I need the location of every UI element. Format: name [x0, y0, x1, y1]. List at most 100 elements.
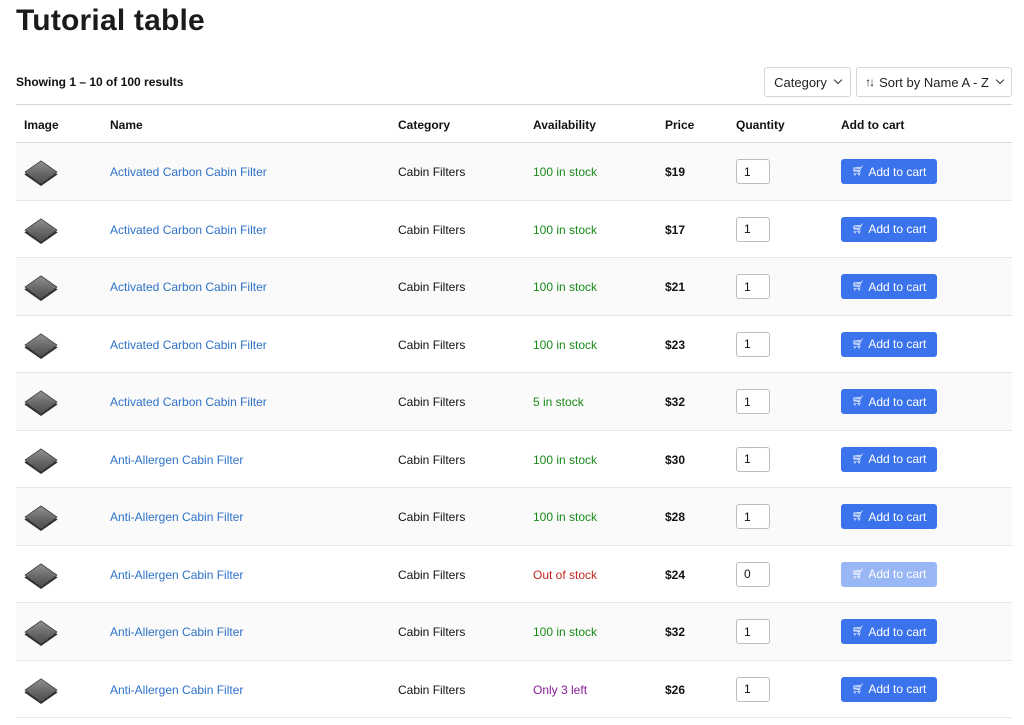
quantity-input[interactable]	[736, 159, 770, 184]
add-to-cart-button[interactable]: 🛒︎ Add to cart	[841, 331, 937, 357]
cart-icon: 🛒︎	[851, 281, 865, 292]
table-row: Anti-Allergen Cabin Filter Cabin Filters…	[16, 603, 1012, 661]
product-image[interactable]	[24, 270, 58, 304]
product-category: Cabin Filters	[398, 567, 466, 582]
add-to-cart-button[interactable]: 🛒︎ Add to cart	[841, 676, 937, 702]
cart-icon: 🛒︎	[851, 683, 865, 695]
product-category: Cabin Filters	[398, 165, 466, 179]
product-image[interactable]	[24, 155, 58, 189]
table-row: Activated Carbon Cabin Filter Cabin Filt…	[16, 258, 1012, 316]
product-name-link[interactable]: Activated Carbon Cabin Filter	[110, 165, 267, 179]
header-availability: Availability	[533, 118, 596, 132]
product-availability: Only 3 left	[533, 682, 588, 697]
header-image: Image	[24, 118, 59, 132]
product-availability: 100 in stock	[533, 452, 598, 467]
product-image[interactable]	[24, 673, 58, 707]
product-availability: 100 in stock	[533, 337, 598, 352]
product-price: $19	[665, 165, 686, 179]
product-image[interactable]	[24, 385, 58, 419]
product-name-link[interactable]: Activated Carbon Cabin Filter	[110, 280, 267, 294]
cabin-filter-image-icon	[24, 332, 58, 357]
product-availability: Out of stock	[533, 567, 598, 582]
quantity-input[interactable]	[736, 216, 770, 242]
product-image[interactable]	[24, 328, 58, 362]
cabin-filter-image-icon	[24, 447, 58, 472]
quantity-input[interactable]	[736, 619, 770, 644]
product-image[interactable]	[24, 500, 58, 534]
add-to-cart-label: Add to cart	[868, 452, 927, 466]
product-category: Cabin Filters	[398, 337, 466, 352]
table-row: Anti-Allergen Cabin Filter Cabin Filters…	[16, 545, 1012, 603]
product-name-link[interactable]: Anti-Allergen Cabin Filter	[110, 625, 243, 639]
product-image[interactable]	[24, 615, 58, 649]
quantity-input[interactable]	[736, 446, 770, 472]
product-image[interactable]	[24, 558, 58, 592]
product-image[interactable]	[24, 213, 58, 247]
add-to-cart-button[interactable]: 🛒︎ Add to cart	[841, 619, 937, 644]
cabin-filter-image-icon	[24, 620, 58, 644]
quantity-input[interactable]	[736, 561, 770, 587]
sort-button[interactable]: ↑↓ Sort by Name A - Z	[856, 67, 1012, 97]
quantity-input[interactable]	[736, 389, 770, 414]
header-add-to-cart: Add to cart	[841, 118, 905, 132]
table-row: Activated Carbon Cabin Filter Cabin Filt…	[16, 143, 1012, 201]
product-category: Cabin Filters	[398, 682, 466, 697]
product-price: $32	[665, 625, 686, 639]
cart-icon: 🛒︎	[851, 511, 865, 522]
product-availability: 100 in stock	[533, 510, 598, 524]
cart-icon: 🛒︎	[851, 626, 865, 637]
add-to-cart-button[interactable]: 🛒︎ Add to cart	[841, 159, 937, 184]
chevron-down-icon	[995, 75, 1005, 85]
quantity-input[interactable]	[736, 504, 770, 529]
product-image[interactable]	[24, 443, 58, 477]
product-category: Cabin Filters	[398, 452, 466, 467]
cart-icon: 🛒︎	[851, 166, 865, 177]
add-to-cart-label: Add to cart	[868, 337, 927, 351]
header-quantity: Quantity	[736, 118, 785, 132]
product-name-link[interactable]: Anti-Allergen Cabin Filter	[110, 453, 243, 467]
category-filter-label: Category	[774, 74, 827, 90]
add-to-cart-button[interactable]: 🛒︎ Add to cart	[841, 274, 937, 299]
product-price: $17	[665, 222, 686, 237]
add-to-cart-button[interactable]: 🛒︎ Add to cart	[841, 561, 937, 587]
add-to-cart-label: Add to cart	[868, 222, 927, 236]
table-row: Anti-Allergen Cabin Filter Cabin Filters…	[16, 430, 1012, 488]
table-header: Image Name Category Availability Price Q…	[16, 105, 1012, 143]
table-row: Activated Carbon Cabin Filter Cabin Filt…	[16, 373, 1012, 431]
cart-icon: 🛒︎	[851, 453, 865, 465]
cabin-filter-image-icon	[24, 505, 58, 529]
category-filter-button[interactable]: Category	[764, 67, 851, 97]
table-row: Anti-Allergen Cabin Filter Cabin Filters…	[16, 660, 1012, 718]
product-price: $30	[665, 452, 686, 467]
table-row: Activated Carbon Cabin Filter Cabin Filt…	[16, 200, 1012, 258]
quantity-input[interactable]	[736, 331, 770, 357]
cabin-filter-image-icon	[24, 562, 58, 587]
add-to-cart-label: Add to cart	[868, 394, 927, 409]
add-to-cart-label: Add to cart	[868, 509, 927, 524]
product-category: Cabin Filters	[398, 625, 466, 639]
cart-icon: 🛒︎	[851, 338, 865, 350]
header-category: Category	[398, 118, 451, 132]
header-name: Name	[110, 118, 143, 132]
results-count: Showing 1 – 10 of 100 results	[16, 75, 184, 89]
table-body: Activated Carbon Cabin Filter Cabin Filt…	[16, 143, 1012, 718]
product-price: $28	[665, 510, 686, 524]
add-to-cart-button[interactable]: 🛒︎ Add to cart	[841, 216, 937, 242]
product-name-link[interactable]: Anti-Allergen Cabin Filter	[110, 683, 243, 697]
product-name-link[interactable]: Anti-Allergen Cabin Filter	[110, 568, 243, 582]
quantity-input[interactable]	[736, 274, 770, 299]
product-name-link[interactable]: Activated Carbon Cabin Filter	[110, 223, 267, 237]
product-availability: 100 in stock	[533, 280, 598, 294]
add-to-cart-button[interactable]: 🛒︎ Add to cart	[841, 504, 937, 529]
product-availability: 100 in stock	[533, 625, 598, 639]
add-to-cart-button[interactable]: 🛒︎ Add to cart	[841, 389, 937, 414]
product-price: $24	[665, 567, 686, 582]
add-to-cart-button[interactable]: 🛒︎ Add to cart	[841, 446, 937, 472]
cart-icon: 🛒︎	[851, 223, 865, 235]
product-name-link[interactable]: Activated Carbon Cabin Filter	[110, 395, 267, 409]
product-name-link[interactable]: Anti-Allergen Cabin Filter	[110, 510, 243, 524]
sort-label: Sort by Name A - Z	[879, 74, 989, 90]
table-row: Anti-Allergen Cabin Filter Cabin Filters…	[16, 488, 1012, 546]
quantity-input[interactable]	[736, 676, 770, 702]
product-name-link[interactable]: Activated Carbon Cabin Filter	[110, 338, 267, 352]
